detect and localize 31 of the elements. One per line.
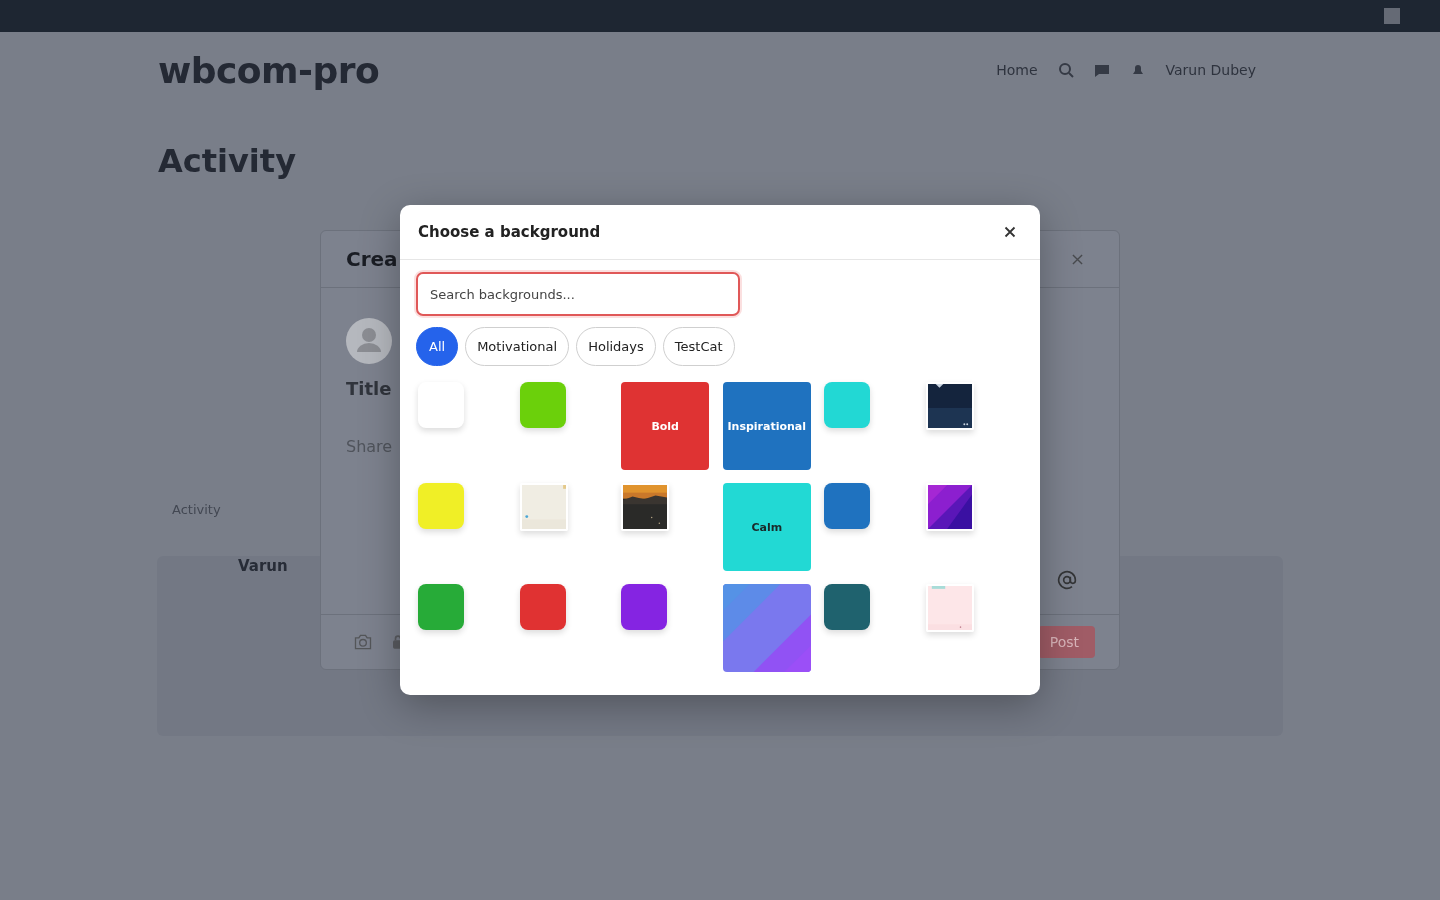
- site-logo[interactable]: wbcom-pro: [158, 49, 380, 91]
- category-tab[interactable]: All: [416, 327, 459, 366]
- search-icon[interactable]: [1057, 62, 1074, 78]
- category-tab[interactable]: Motivational: [465, 327, 570, 366]
- chat-icon[interactable]: [1093, 62, 1110, 78]
- camera-icon[interactable]: [353, 632, 373, 652]
- title-field[interactable]: Title: [346, 378, 392, 399]
- color-swatch[interactable]: [824, 483, 871, 529]
- nav-link[interactable]: Home: [996, 62, 1038, 78]
- background-option[interactable]: Calm: [722, 483, 811, 571]
- close-icon[interactable]: [1004, 226, 1016, 238]
- category-tab[interactable]: TestCat: [662, 327, 735, 366]
- dialog-title: Choose a background: [418, 223, 601, 241]
- color-swatch[interactable]: [418, 382, 464, 428]
- user-name[interactable]: Varun Dubey: [1165, 62, 1256, 78]
- color-swatch[interactable]: [621, 584, 668, 630]
- color-swatch[interactable]: [418, 483, 464, 529]
- post-button[interactable]: Post: [1037, 626, 1095, 658]
- color-swatch[interactable]: [519, 382, 566, 428]
- color-swatch[interactable]: [418, 584, 464, 630]
- category-tab[interactable]: Holidays: [576, 327, 656, 366]
- search-field[interactable]: Search backgrounds...: [416, 272, 740, 316]
- page-title: Activity: [158, 142, 297, 180]
- color-swatch[interactable]: [824, 584, 871, 630]
- dialog-title: Crea: [346, 247, 398, 271]
- background-option[interactable]: Inspirational: [722, 382, 811, 470]
- color-swatch[interactable]: [824, 382, 871, 428]
- background-option[interactable]: Bold: [621, 382, 710, 470]
- color-swatch[interactable]: [519, 584, 566, 630]
- mention-icon[interactable]: [1057, 570, 1077, 590]
- avatar-icon: [346, 318, 392, 364]
